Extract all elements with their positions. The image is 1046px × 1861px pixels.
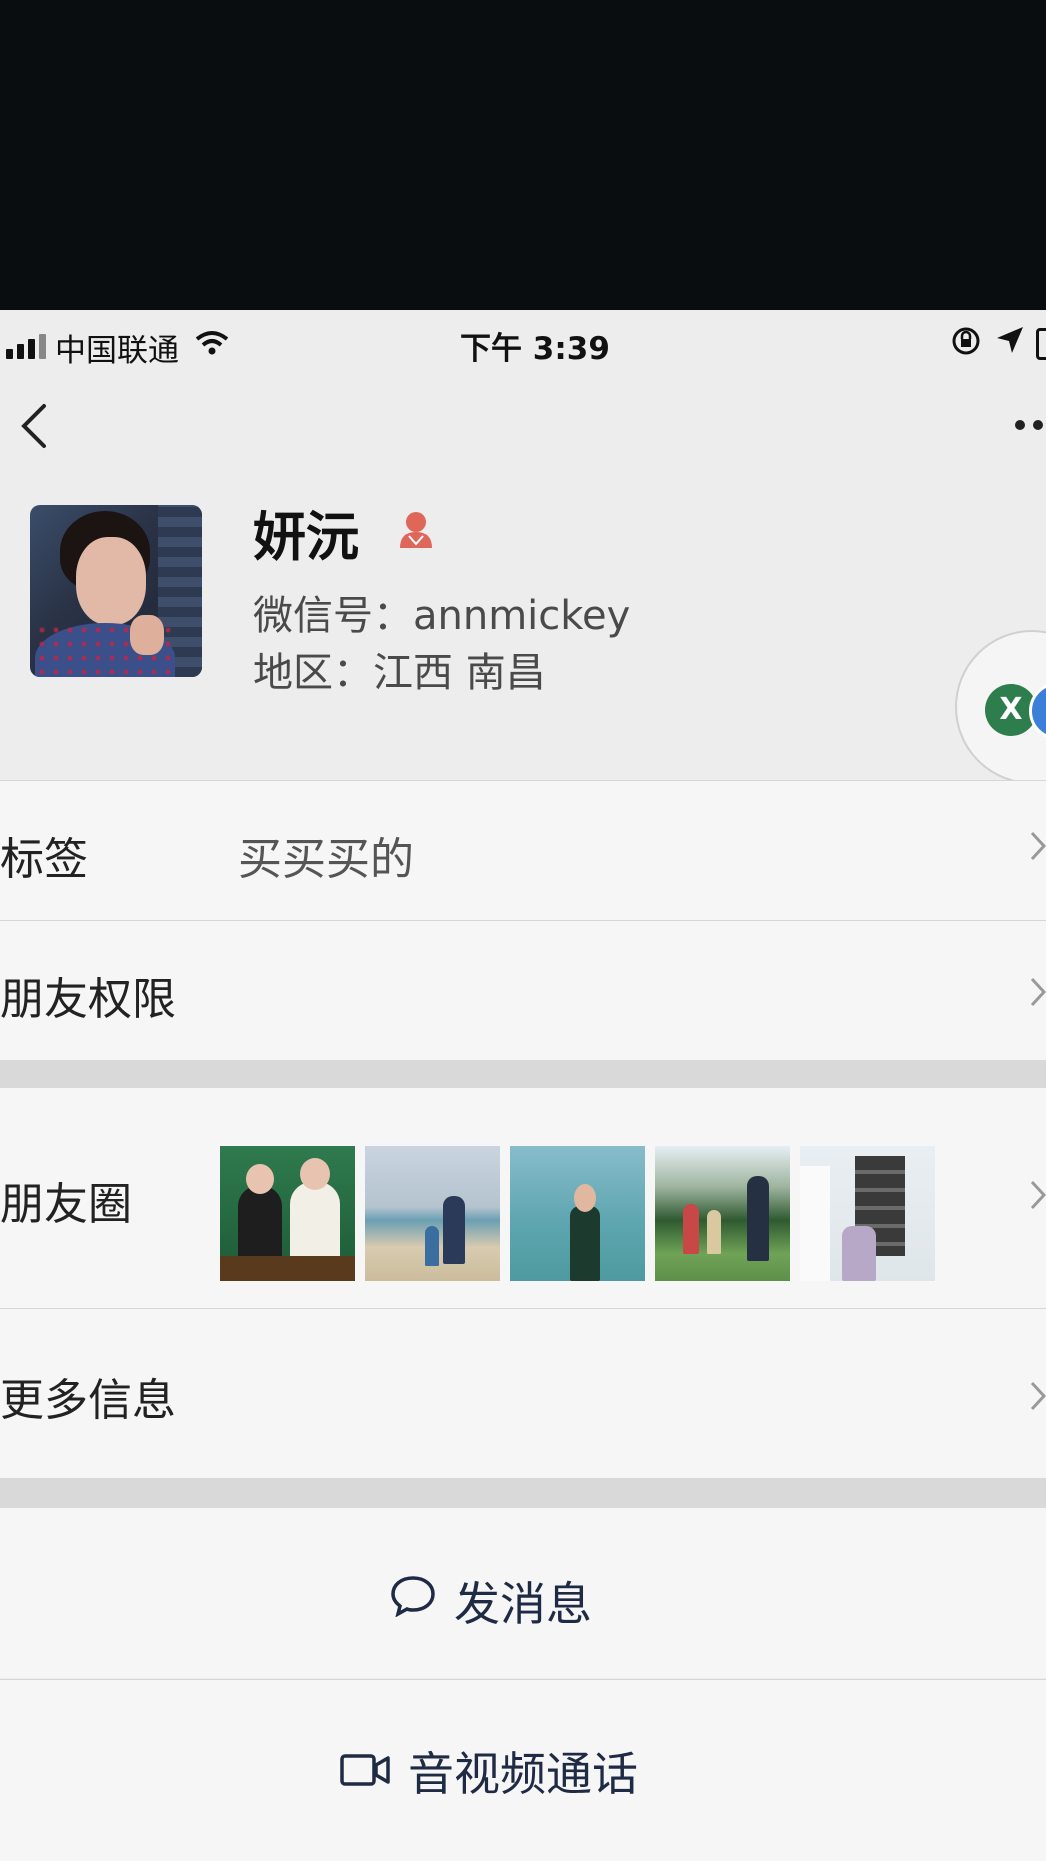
chevron-right-icon: [1030, 977, 1046, 1011]
signal-icon: [6, 334, 46, 359]
rotation-lock-icon: [950, 325, 982, 365]
carrier-label: 中国联通: [55, 333, 179, 369]
permissions-label: 朋友权限: [0, 974, 176, 1025]
wechat-work-badge[interactable]: X: [955, 630, 1046, 784]
wifi-icon: [195, 328, 229, 364]
profile-header: 妍沅 微信号：annmickey 地区：江西 南昌 X: [0, 470, 1046, 784]
moments-row[interactable]: 朋友圈: [0, 1088, 1046, 1308]
tags-value: 买买买的: [238, 834, 414, 885]
more-info-label: 更多信息: [0, 1375, 176, 1426]
chevron-right-icon: [1030, 831, 1046, 865]
moments-thumbnail: [220, 1146, 355, 1281]
chevron-right-icon: [1030, 1180, 1046, 1214]
back-button[interactable]: [18, 402, 48, 454]
tags-label: 标签: [0, 834, 88, 885]
more-options-icon[interactable]: [1015, 420, 1046, 430]
nav-bar: [0, 370, 1046, 470]
video-camera-icon: [340, 1744, 390, 1798]
contact-name: 妍沅: [253, 507, 359, 568]
video-call-label: 音视频通话: [408, 1747, 638, 1801]
section-divider: [0, 1478, 1046, 1508]
send-message-label: 发消息: [454, 1577, 592, 1631]
status-bar: 中国联通 下午 3:39: [0, 310, 1046, 370]
status-time: 下午 3:39: [460, 331, 610, 367]
blue-app-icon: [1029, 682, 1046, 740]
moments-thumbnail: [655, 1146, 790, 1281]
profile-screen: 中国联通 下午 3:39 妍沅 微信号：annmickey 地区：江西 南昌 X…: [0, 310, 1046, 1861]
moments-thumbnails: [220, 1146, 935, 1281]
moments-label: 朋友圈: [0, 1179, 132, 1230]
moments-thumbnail: [800, 1146, 935, 1281]
region: 地区：江西 南昌: [253, 650, 546, 696]
female-icon: [395, 508, 437, 554]
more-info-row[interactable]: 更多信息: [0, 1308, 1046, 1479]
avatar[interactable]: [30, 505, 202, 677]
chat-bubble-icon: [390, 1574, 436, 1628]
friend-permissions-row[interactable]: 朋友权限: [0, 920, 1046, 1061]
section-divider: [0, 1060, 1046, 1088]
moments-thumbnail: [510, 1146, 645, 1281]
chevron-right-icon: [1030, 1381, 1046, 1415]
battery-icon: [1036, 328, 1046, 360]
location-arrow-icon: [995, 325, 1025, 363]
video-call-button[interactable]: 音视频通话: [0, 1679, 1046, 1861]
moments-thumbnail: [365, 1146, 500, 1281]
wechat-id: 微信号：annmickey: [253, 593, 631, 639]
tags-row[interactable]: 标签 买买买的: [0, 780, 1046, 921]
send-message-button[interactable]: 发消息: [0, 1508, 1046, 1678]
